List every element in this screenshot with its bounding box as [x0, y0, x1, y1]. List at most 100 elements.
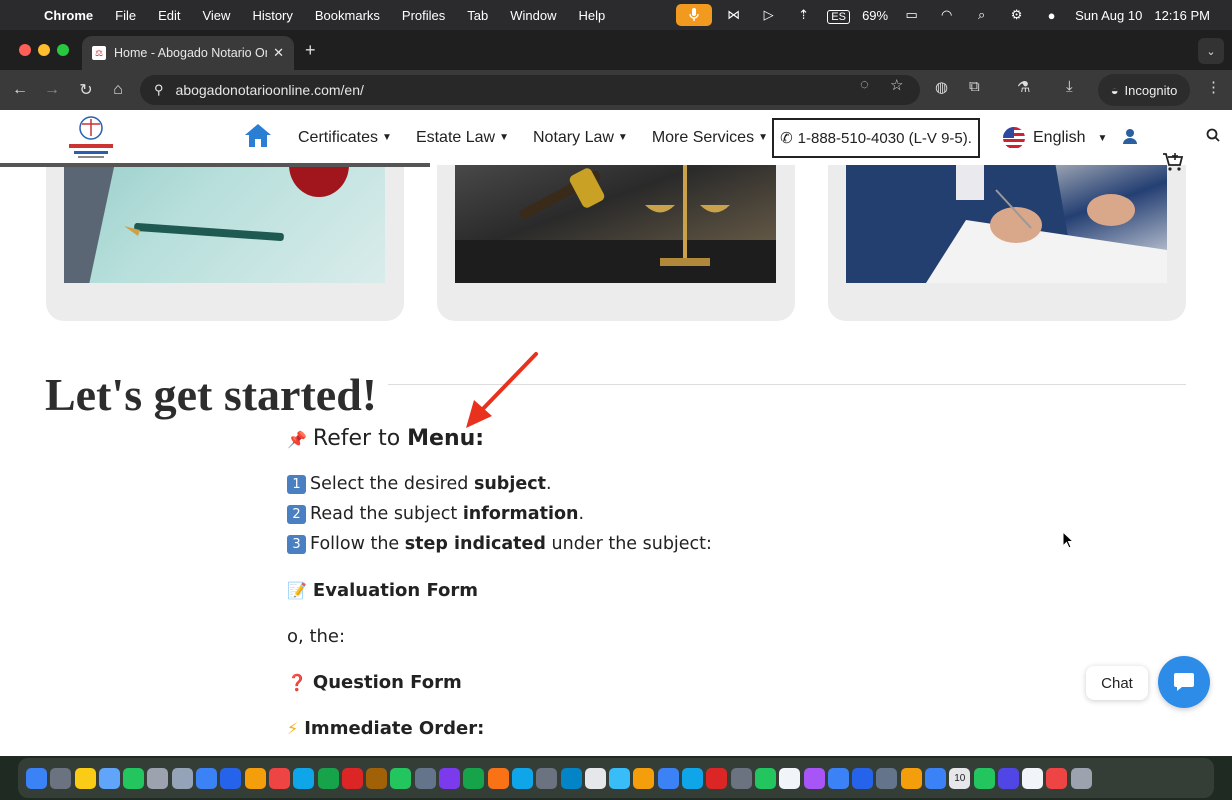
download-icon[interactable]: ⤓	[1066, 78, 1073, 95]
calendar-icon[interactable]: 10	[949, 767, 971, 789]
dock-app-icon[interactable]	[924, 767, 946, 789]
menu-bookmarks[interactable]: Bookmarks	[304, 8, 391, 23]
site-logo[interactable]	[66, 114, 116, 160]
dock-app-icon[interactable]	[196, 767, 218, 789]
microphone-icon[interactable]	[676, 4, 713, 26]
site-settings-icon[interactable]: ⚲	[154, 82, 164, 98]
dock-app-icon[interactable]	[682, 767, 704, 789]
search-icon[interactable]	[1206, 128, 1220, 146]
forward-button[interactable]: →	[40, 78, 64, 102]
nav-item-notary-law[interactable]: Notary Law ▼	[533, 129, 628, 147]
dock-app-icon[interactable]	[730, 767, 752, 789]
dock-app-icon[interactable]	[414, 767, 436, 789]
dock-app-icon[interactable]	[560, 767, 582, 789]
mail-icon[interactable]: ⋈	[716, 7, 751, 23]
battery-icon[interactable]: ▭	[894, 7, 929, 23]
dock-app-icon[interactable]	[657, 767, 679, 789]
back-button[interactable]: ←	[8, 78, 32, 102]
tab-home[interactable]: ⚖ Home - Abogado Notario Onl ✕	[82, 36, 294, 70]
incognito-badge[interactable]: ◒ Incognito	[1098, 74, 1190, 106]
dock-app-icon[interactable]	[220, 767, 242, 789]
dock-app-icon[interactable]	[439, 767, 461, 789]
address-bar[interactable]: ⚲ abogadonotarioonline.com/en/	[140, 75, 920, 105]
dock-app-icon[interactable]	[390, 767, 412, 789]
trash-icon[interactable]	[1070, 767, 1092, 789]
bookmark-star-icon[interactable]: ☆	[890, 76, 903, 94]
search-spotlight-icon[interactable]: ⌕	[964, 7, 999, 23]
phone-button[interactable]: ✆ 1-888-510-4030 (L-V 9-5).	[772, 118, 980, 158]
extension-icon[interactable]: ◍	[935, 78, 948, 96]
dock-app-icon[interactable]	[463, 767, 485, 789]
keyboard-input-badge[interactable]: ES	[821, 8, 856, 24]
dock-app-icon[interactable]	[803, 767, 825, 789]
time-label[interactable]: 12:16 PM	[1148, 8, 1216, 23]
shopping-cart-icon[interactable]	[1162, 152, 1184, 177]
dock-app-icon[interactable]	[876, 767, 898, 789]
close-tab-icon[interactable]: ✕	[273, 45, 284, 61]
dock-app-icon[interactable]	[50, 767, 72, 789]
dock-app-icon[interactable]	[706, 767, 728, 789]
dock-app-icon[interactable]	[341, 767, 363, 789]
chat-label[interactable]: Chat	[1086, 666, 1148, 700]
dock-app-icon[interactable]	[827, 767, 849, 789]
dock-app-icon[interactable]	[1046, 767, 1068, 789]
evaluation-form-link[interactable]: 📝 Evaluation Form	[287, 575, 712, 605]
pointer-icon[interactable]: ⇡	[786, 7, 821, 23]
nav-item-estate-law[interactable]: Estate Law ▼	[416, 129, 509, 147]
nav-item-more-services[interactable]: More Services ▼	[652, 129, 768, 147]
dock-app-icon[interactable]	[584, 767, 606, 789]
url-text[interactable]: abogadonotarioonline.com/en/	[176, 82, 364, 98]
dock-app-icon[interactable]	[244, 767, 266, 789]
home-button[interactable]: ⌂	[106, 78, 130, 102]
dock-app-icon[interactable]	[268, 767, 290, 789]
dock-app-icon[interactable]	[511, 767, 533, 789]
user-account-icon[interactable]	[1122, 128, 1138, 149]
dock-app-icon[interactable]	[609, 767, 631, 789]
dock-app-icon[interactable]	[754, 767, 776, 789]
dock-app-icon[interactable]	[997, 767, 1019, 789]
menu-view[interactable]: View	[191, 8, 241, 23]
reload-button[interactable]: ↻	[74, 78, 98, 102]
menu-edit[interactable]: Edit	[147, 8, 191, 23]
chat-button[interactable]	[1158, 656, 1210, 708]
menu-file[interactable]: File	[104, 8, 147, 23]
send-icon[interactable]: ▷	[751, 7, 786, 23]
dock-app-icon[interactable]	[973, 767, 995, 789]
dock-app-icon[interactable]	[171, 767, 193, 789]
dock-app-icon[interactable]	[633, 767, 655, 789]
tab-search-chevron-icon[interactable]: ⌄	[1198, 38, 1224, 64]
home-icon[interactable]	[244, 122, 274, 155]
date-label[interactable]: Sun Aug 10	[1069, 8, 1148, 23]
menu-help[interactable]: Help	[568, 8, 617, 23]
maximize-window-button[interactable]	[57, 44, 69, 56]
eye-off-icon[interactable]: ◌	[860, 76, 869, 93]
close-window-button[interactable]	[19, 44, 31, 56]
dock-app-icon[interactable]	[74, 767, 96, 789]
dock-app-icon[interactable]	[900, 767, 922, 789]
control-center-icon[interactable]: ⚙	[999, 7, 1034, 23]
dock-app-icon[interactable]	[366, 767, 388, 789]
dock-app-icon[interactable]	[147, 767, 169, 789]
nav-item-certificates[interactable]: Certificates ▼	[298, 129, 392, 147]
dock-app-icon[interactable]	[536, 767, 558, 789]
dock-app-icon[interactable]	[779, 767, 801, 789]
dock-app-icon[interactable]	[293, 767, 315, 789]
language-selector[interactable]: English ▼	[1003, 127, 1107, 149]
puzzle-icon[interactable]: ⧉	[969, 78, 980, 95]
siri-icon[interactable]: ●	[1034, 8, 1069, 23]
menu-window[interactable]: Window	[499, 8, 567, 23]
dock-app-icon[interactable]	[26, 767, 47, 789]
dock-app-icon[interactable]	[98, 767, 120, 789]
wifi-icon[interactable]: ◠	[929, 7, 964, 23]
menu-tab[interactable]: Tab	[456, 8, 499, 23]
dock-app-icon[interactable]	[317, 767, 339, 789]
dock-app-icon[interactable]	[1022, 767, 1044, 789]
menu-app-chrome[interactable]: Chrome	[44, 8, 104, 23]
dock-app-icon[interactable]	[487, 767, 509, 789]
menu-profiles[interactable]: Profiles	[391, 8, 456, 23]
dock-app-icon[interactable]	[123, 767, 145, 789]
new-tab-button[interactable]: +	[305, 40, 316, 61]
question-form-link[interactable]: ❓ Question Form	[287, 667, 712, 697]
dock-app-icon[interactable]	[852, 767, 874, 789]
minimize-window-button[interactable]	[38, 44, 50, 56]
